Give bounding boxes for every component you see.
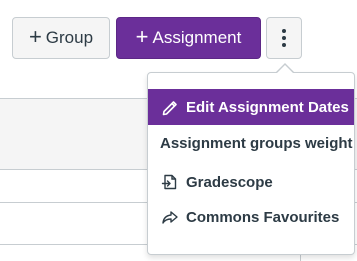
- menu-item-label: Assignment groups weight: [160, 134, 353, 152]
- add-group-button[interactable]: + Group: [12, 17, 110, 59]
- menu-item-assignment-groups-weight[interactable]: Assignment groups weight: [148, 125, 354, 161]
- menu-item-commons-favourites[interactable]: Commons Favourites: [148, 199, 354, 235]
- add-assignment-button[interactable]: + Assignment: [116, 17, 261, 59]
- kebab-menu-icon: [282, 29, 286, 33]
- menu-item-label: Edit Assignment Dates: [186, 98, 349, 116]
- menu-item-gradescope[interactable]: Gradescope: [148, 164, 354, 200]
- add-assignment-button-label: Assignment: [152, 28, 242, 47]
- plus-icon: +: [135, 24, 149, 49]
- more-options-button[interactable]: [266, 17, 302, 59]
- add-group-button-label: Group: [45, 28, 94, 47]
- assignments-toolbar: + Group + Assignment: [0, 0, 357, 80]
- menu-item-label: Commons Favourites: [186, 208, 340, 226]
- plus-icon: +: [28, 24, 42, 49]
- external-tool-icon: [160, 172, 180, 192]
- menu-caret-fill: [277, 65, 293, 73]
- pencil-icon: [160, 97, 180, 117]
- share-icon: [160, 207, 180, 227]
- more-options-menu: Edit Assignment Dates Assignment groups …: [147, 72, 355, 255]
- menu-item-edit-assignment-dates[interactable]: Edit Assignment Dates: [148, 89, 354, 125]
- menu-item-label: Gradescope: [186, 173, 273, 191]
